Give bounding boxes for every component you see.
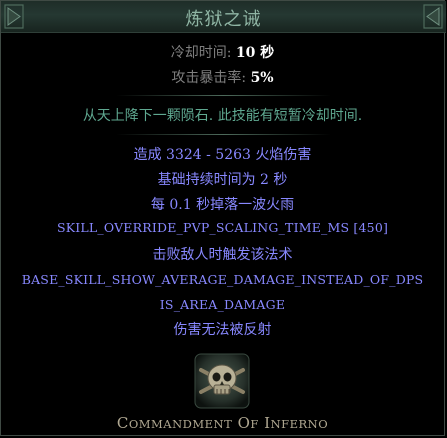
property-value: 10 秒 [235, 45, 275, 61]
property-cooldown: 冷却时间: 10 秒 [1, 42, 444, 62]
separator [116, 95, 331, 96]
skull-gem-icon [194, 353, 250, 409]
separator [116, 134, 331, 135]
skill-title: 炼狱之诫 [185, 9, 262, 30]
item-tooltip: 炼狱之诫 冷却时间: 10 秒 攻击暴击率: 5% 从天上降下一颗陨石. 此技能… [0, 0, 446, 436]
property-label: 攻击暴击率: [171, 70, 251, 86]
mod-line: 造成 3324 - 5263 火焰伤害 [133, 147, 312, 163]
header-ornament-right-icon [423, 4, 443, 29]
property-label: 冷却时间: [170, 45, 236, 61]
property-crit-chance: 攻击暴击率: 5% [1, 67, 444, 87]
mod-line: 伤害无法被反射 [173, 322, 272, 338]
mod-line: SKILL_OVERRIDE_PVP_SCALING_TIME_MS [450] [56, 220, 389, 235]
mod-line: 每 0.1 秒掉落一波火雨 [150, 197, 295, 213]
mod-line: BASE_SKILL_SHOW_AVERAGE_DAMAGE_INSTEAD_O… [21, 272, 424, 287]
tooltip-header: 炼狱之诫 [1, 1, 446, 33]
mod-line: 基础持续时间为 2 秒 [157, 172, 288, 188]
property-value: 5% [250, 70, 274, 86]
skill-description: 从天上降下一颗陨石. 此技能有短暂冷却时间. [82, 108, 363, 124]
mod-line: 击败敌人时触发该法术 [152, 247, 293, 263]
gem-name: COMMANDMENT OF INFERNO [116, 414, 329, 432]
mod-line: IS_AREA_DAMAGE [159, 297, 286, 312]
